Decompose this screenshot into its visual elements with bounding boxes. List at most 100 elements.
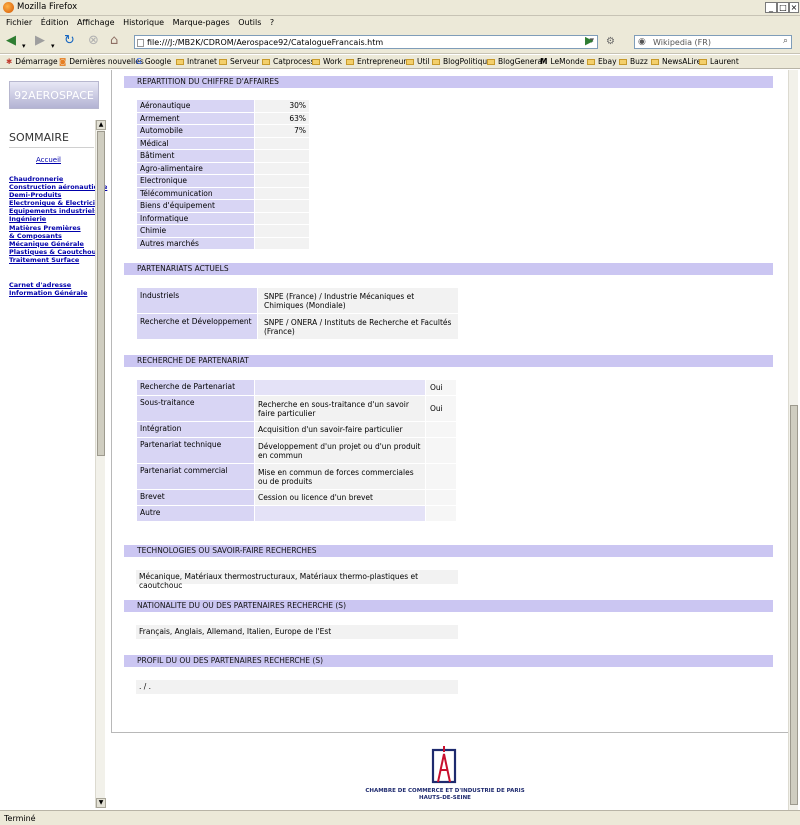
menu-edition[interactable]: Édition [41,18,69,27]
recherche-description [255,380,425,395]
sidebar-title: SOMMAIRE [9,131,69,144]
bookmark-buzz[interactable]: Buzz [619,57,648,66]
bookmarks-toolbar: ✱ Démarrage ◙ Dernières nouvelles G Google … [0,55,800,69]
url-text: file:///J:/MB2K/CDROM/Aerospace92/Catalo… [147,38,384,47]
menu-outils[interactable]: Outils [238,18,261,27]
search-icon[interactable]: ⌕ [783,36,788,46]
bookmark-label: Buzz [630,57,648,66]
search-engine-icon[interactable]: ◉ [638,37,646,47]
folder-icon [406,59,414,65]
recherche-table: Recherche de Partenariat Oui Sous-traitanc… [136,379,457,522]
table-row: Agro-alimentaire [137,162,309,174]
link-mecanique-generale[interactable]: Mécanique Générale [9,240,97,248]
sidebar-menu-secondary: Carnet d'adresse Information Générale [9,281,97,297]
page-scrollbar[interactable] [788,70,798,810]
recherche-answer [426,438,456,463]
sidebar-scrollbar[interactable]: ▲ ▼ [95,120,106,808]
bookmark-laurent[interactable]: Laurent [699,57,739,66]
bookmark-label: Util [417,57,430,66]
url-bar[interactable]: file:///J:/MB2K/CDROM/Aerospace92/Catalo… [134,35,598,49]
back-dropdown-icon[interactable]: ▾ [22,39,26,53]
bookmark-label: LeMonde [550,57,585,66]
google-icon: G [136,57,142,66]
home-icon[interactable]: ⌂ [110,34,118,48]
tools-icon[interactable]: ⚙ [606,35,615,49]
bookmark-lemonde[interactable]: M LeMonde [540,57,584,66]
repartition-value [255,200,309,212]
eiffel-tower-icon [437,746,451,783]
section-header-technologies: TECHNOLOGIES OU SAVOIR-FAIRE RECHERCHES [124,545,773,557]
rss-icon: ◙ [59,57,67,66]
partenariat-label: Recherche et Développement [137,314,257,339]
back-icon[interactable]: ◀ [6,34,16,48]
link-matieres-premieres[interactable]: Matières Premières & Composants [9,224,87,240]
table-row: Partenariat commercial Mise en commun de … [137,464,456,489]
bookmark-entrepreneur[interactable]: Entrepreneur [346,57,406,66]
bookmark-google[interactable]: G Google [136,57,171,66]
bookmark-catprocess[interactable]: Catprocess [262,57,315,66]
menu-fichier[interactable]: Fichier [6,18,32,27]
table-row: Recherche et Développement SNPE / ONERA … [137,314,458,339]
lemonde-icon: M [540,57,548,66]
table-row: Télécommunication [137,187,309,199]
bookmark-newsalire[interactable]: NewsALire [651,57,701,66]
link-information-generale[interactable]: Information Générale [9,289,97,297]
link-plastiques[interactable]: Plastiques & Caoutchouc [9,248,100,256]
bookmark-serveur[interactable]: Serveur [219,57,259,66]
link-accueil[interactable]: Accueil [36,156,61,164]
bookmark-demarrage[interactable]: ✱ Démarrage [6,57,58,66]
sidebar-scroll-thumb[interactable] [97,131,105,456]
close-button[interactable]: × [789,2,799,13]
bookmark-label: BlogPolitique [443,57,492,66]
link-equipements-industriels[interactable]: Equipements industriels [9,207,98,215]
recherche-description [255,506,425,521]
menu-historique[interactable]: Historique [123,18,164,27]
menu-affichage[interactable]: Affichage [77,18,115,27]
folder-icon [651,59,659,65]
bookmark-blogpolitique[interactable]: BlogPolitique [432,57,492,66]
minimize-button[interactable]: _ [765,2,777,13]
stop-icon[interactable]: ⊗ [88,34,99,48]
bookmark-util[interactable]: Util [406,57,430,66]
forward-dropdown-icon[interactable]: ▾ [51,39,55,53]
bookmark-label: Dernières nouvelles [69,57,144,66]
link-chaudronnerie[interactable]: Chaudronnerie [9,175,97,183]
scroll-up-icon[interactable]: ▲ [96,120,106,130]
recherche-answer: Oui [426,396,456,421]
bookmark-work[interactable]: Work [312,57,342,66]
forward-icon[interactable]: ▶ [35,34,45,48]
cci-logo [431,746,457,784]
link-carnet-adresse[interactable]: Carnet d'adresse [9,281,97,289]
recherche-answer [426,490,456,505]
bookmark-dernieres-nouvelles[interactable]: ◙ Dernières nouvelles [59,57,144,66]
menu-marque-pages[interactable]: Marque-pages [173,18,230,27]
search-input[interactable]: ◉ Wikipedia (FR) ⌕ [634,35,792,49]
bookmark-label: Intranet [187,57,217,66]
scroll-down-icon[interactable]: ▼ [96,798,106,808]
bookmark-intranet[interactable]: Intranet [176,57,217,66]
partenariats-table: Industriels SNPE (France) / Industrie Mé… [136,287,459,340]
folder-icon [262,59,270,65]
repartition-value [255,162,309,174]
link-ingenierie[interactable]: Ingénierie [9,215,97,223]
profil-text: . / . [136,680,458,694]
maximize-button[interactable]: □ [777,2,789,13]
reload-icon[interactable]: ↻ [64,34,75,48]
section-header-nationalite: NATIONALITE DU OU DES PARTENAIRES RECHER… [124,600,773,612]
bookmark-ebay[interactable]: Ebay [587,57,617,66]
link-demi-produits[interactable]: Demi-Produits [9,191,97,199]
link-electronique[interactable]: Electronique & Electricité [9,199,103,207]
table-row: Intégration Acquisition d'un savoir-faire… [137,422,456,437]
page-scroll-thumb[interactable] [790,405,798,805]
menu-help[interactable]: ? [270,18,274,27]
link-construction-aeronautique[interactable]: Construction aéronautique [9,183,107,191]
sidebar-menu: Chaudronnerie Construction aéronautique … [9,175,107,264]
bookmark-label: NewsALire [662,57,702,66]
go-icon[interactable]: ▶ [585,34,593,48]
bookmark-bloggeneral[interactable]: BlogGeneral [487,57,544,66]
link-traitement-surface[interactable]: Traitement Surface [9,256,97,264]
status-bar: Terminé [0,810,800,825]
site-logo[interactable]: 92AEROSPACE [9,81,99,109]
menu-bar: Fichier Édition Affichage Historique Mar… [0,16,800,30]
repartition-value [255,237,309,249]
